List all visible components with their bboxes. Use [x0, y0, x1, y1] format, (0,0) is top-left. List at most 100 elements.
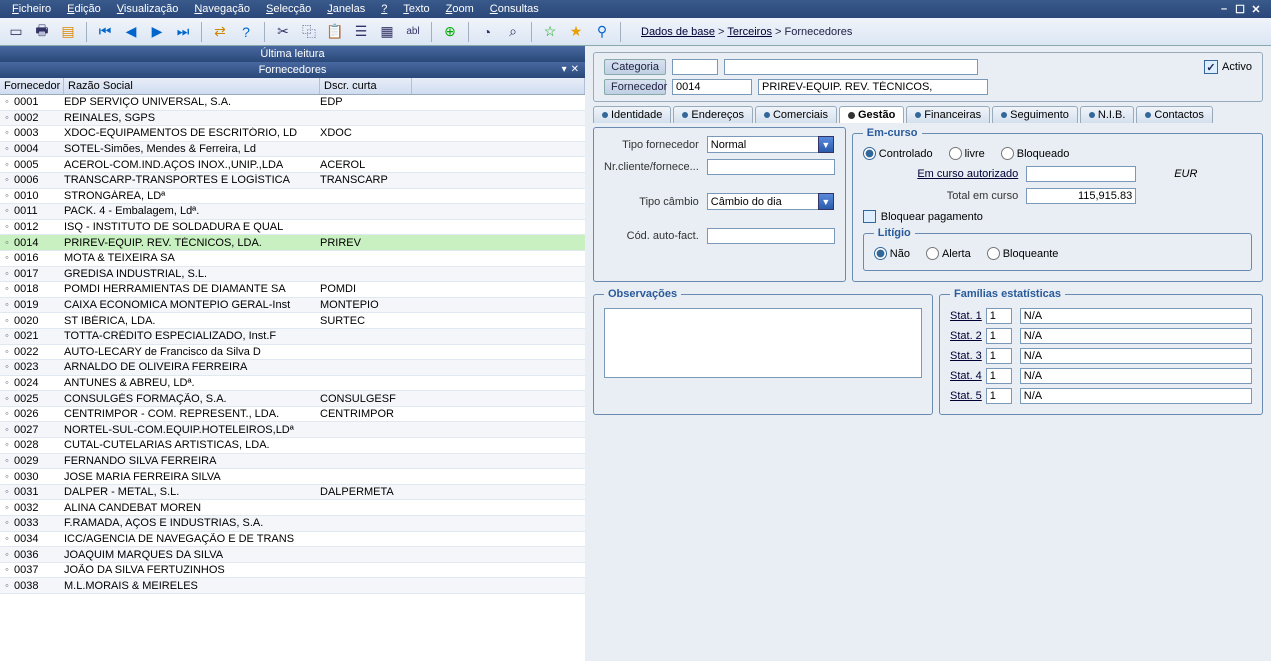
stat-desc-4[interactable]	[1020, 368, 1252, 384]
print-icon[interactable]: 🖶	[32, 22, 52, 42]
table-row[interactable]: ◦0012ISQ - INSTITUTO DE SOLDADURA E QUAL	[0, 220, 585, 236]
col-fornecedor[interactable]: Fornecedor	[0, 78, 64, 94]
table-row[interactable]: ◦0014PRIREV-EQUIP. REV. TÉCNICOS, LDA.PR…	[0, 235, 585, 251]
total-em-curso-input[interactable]	[1026, 188, 1136, 204]
first-icon[interactable]: ⏮	[95, 22, 115, 42]
menu-texto[interactable]: Texto	[395, 2, 437, 16]
table-row[interactable]: ◦0036JOAQUIM MARQUES DA SILVA	[0, 547, 585, 563]
star-icon[interactable]: ★	[566, 22, 586, 42]
collapse-icon[interactable]: ▾	[562, 64, 567, 75]
close-icon[interactable]: ✕	[1249, 3, 1263, 16]
table-row[interactable]: ◦0038M.L.MORAIS & MEIRELES	[0, 578, 585, 594]
bloquear-pagamento-check[interactable]: Bloquear pagamento	[863, 210, 1252, 223]
tab-identidade[interactable]: Identidade	[593, 106, 671, 123]
table-row[interactable]: ◦0031DALPER - METAL, S.L.DALPERMETA	[0, 485, 585, 501]
star-outline-icon[interactable]: ☆	[540, 22, 560, 42]
stat-label-1[interactable]: Stat. 1	[950, 310, 982, 322]
tab-financeiras[interactable]: Financeiras	[906, 106, 990, 123]
table-row[interactable]: ◦0022AUTO-LECARY de Francisco da Silva D	[0, 345, 585, 361]
stat-label-2[interactable]: Stat. 2	[950, 330, 982, 342]
stat-value-4[interactable]	[986, 368, 1012, 384]
categoria-input[interactable]	[672, 59, 718, 75]
stat-value-5[interactable]	[986, 388, 1012, 404]
cut-icon[interactable]: ✂	[273, 22, 293, 42]
em-curso-autorizado-label[interactable]: Em curso autorizado	[863, 168, 1018, 180]
table-row[interactable]: ◦0027NORTEL-SUL-COM.EQUIP.HOTELEIROS,LDª	[0, 422, 585, 438]
stat-desc-2[interactable]	[1020, 328, 1252, 344]
stat-value-2[interactable]	[986, 328, 1012, 344]
menu-navegação[interactable]: Navegação	[186, 2, 258, 16]
activo-check[interactable]: ✓Activo	[1204, 60, 1252, 74]
stat-label-3[interactable]: Stat. 3	[950, 350, 982, 362]
table-row[interactable]: ◦0002REINALES, SGPS	[0, 111, 585, 127]
table-row[interactable]: ◦0034ICC/AGENCIA DE NAVEGAÇÃO E DE TRANS	[0, 532, 585, 548]
table-row[interactable]: ◦0026CENTRIMPOR - COM. REPRESENT., LDA.C…	[0, 407, 585, 423]
menu-edição[interactable]: Edição	[59, 2, 109, 16]
table-row[interactable]: ◦0025CONSULGÉS FORMAÇÃO, S.A.CONSULGESF	[0, 391, 585, 407]
nr-cliente-input[interactable]	[707, 159, 835, 175]
table-row[interactable]: ◦0011PACK. 4 - Embalagem, Ldª.	[0, 204, 585, 220]
table-row[interactable]: ◦0028CUTAL-CUTELARIAS ARTISTICAS, LDA.	[0, 438, 585, 454]
grid-body[interactable]: ◦0001EDP SERVIÇO UNIVERSAL, S.A.EDP◦0002…	[0, 95, 585, 661]
prev-icon[interactable]: ◀	[121, 22, 141, 42]
last-icon[interactable]: ⏭	[173, 22, 193, 42]
pin-icon[interactable]: ⚲	[592, 22, 612, 42]
tab-comerciais[interactable]: Comerciais	[755, 106, 837, 123]
list-icon[interactable]: ☰	[351, 22, 371, 42]
radio-bloqueante[interactable]: Bloqueante	[987, 247, 1059, 260]
copy-icon[interactable]: ⿻	[299, 22, 319, 42]
table-row[interactable]: ◦0024ANTUNES & ABREU, LDª.	[0, 376, 585, 392]
table-row[interactable]: ◦0003XDOC-EQUIPAMENTOS DE ESCRITÓRIO, LD…	[0, 126, 585, 142]
breadcrumb-base[interactable]: Dados de base	[641, 26, 715, 38]
table-row[interactable]: ◦0021TOTTA-CRÉDITO ESPECIALIZADO, Inst.F	[0, 329, 585, 345]
minimize-icon[interactable]: –	[1217, 3, 1231, 16]
em-curso-autorizado-input[interactable]	[1026, 166, 1136, 182]
menu-?[interactable]: ?	[373, 2, 395, 16]
table-row[interactable]: ◦0037JOÃO DA SILVA FERTUZINHOS	[0, 563, 585, 579]
clock-icon[interactable]: ◔	[477, 22, 497, 42]
link-icon[interactable]: ⇄	[210, 22, 230, 42]
table-row[interactable]: ◦0029FERNANDO SILVA FERREIRA	[0, 454, 585, 470]
col-razao[interactable]: Razão Social	[64, 78, 320, 94]
table-row[interactable]: ◦0019CAIXA ECONOMICA MONTEPIO GERAL-Inst…	[0, 298, 585, 314]
tab-contactos[interactable]: Contactos	[1136, 106, 1213, 123]
stat-desc-3[interactable]	[1020, 348, 1252, 364]
radio-controlado[interactable]: Controlado	[863, 147, 933, 160]
tipo-fornecedor-input[interactable]	[707, 136, 819, 153]
radio-nao[interactable]: Não	[874, 247, 910, 260]
tipo-cambio-input[interactable]	[707, 193, 819, 210]
text-icon[interactable]: abl	[403, 22, 423, 42]
table-row[interactable]: ◦0033F.RAMADA, AÇOS E INDUSTRIAS, S.A.	[0, 516, 585, 532]
menu-zoom[interactable]: Zoom	[438, 2, 482, 16]
stat-value-3[interactable]	[986, 348, 1012, 364]
fornecedor-code-input[interactable]	[672, 79, 752, 95]
menu-selecção[interactable]: Selecção	[258, 2, 319, 16]
stat-label-5[interactable]: Stat. 5	[950, 390, 982, 402]
table-row[interactable]: ◦0016MOTA & TEIXEIRA SA	[0, 251, 585, 267]
tipo-fornecedor-dropdown[interactable]: ▼	[818, 136, 834, 153]
table-row[interactable]: ◦0010STRONGÁREA, LDª	[0, 189, 585, 205]
tab-seguimento[interactable]: Seguimento	[992, 106, 1078, 123]
tipo-cambio-dropdown[interactable]: ▼	[818, 193, 834, 210]
menu-janelas[interactable]: Janelas	[319, 2, 373, 16]
table-row[interactable]: ◦0018POMDI HERRAMIENTAS DE DIAMANTE SAPO…	[0, 282, 585, 298]
next-icon[interactable]: ▶	[147, 22, 167, 42]
help-icon[interactable]: ?	[236, 22, 256, 42]
table-row[interactable]: ◦0030JOSE MARIA FERREIRA SILVA	[0, 469, 585, 485]
fornecedor-name-input[interactable]	[758, 79, 988, 95]
maximize-icon[interactable]: ☐	[1233, 3, 1247, 16]
close-panel-icon[interactable]: ✕	[571, 64, 579, 75]
paste-icon[interactable]: 📋	[325, 22, 345, 42]
tab-nib[interactable]: N.I.B.	[1080, 106, 1135, 123]
table-row[interactable]: ◦0032ALINA CANDEBAT MOREN	[0, 500, 585, 516]
menu-visualização[interactable]: Visualização	[109, 2, 187, 16]
stat-value-1[interactable]	[986, 308, 1012, 324]
table-row[interactable]: ◦0023ARNALDO DE OLIVEIRA FERREIRA	[0, 360, 585, 376]
categoria-desc-input[interactable]	[724, 59, 978, 75]
tab-gestão[interactable]: Gestão	[839, 106, 904, 123]
globe-icon[interactable]: ⊕	[440, 22, 460, 42]
menu-ficheiro[interactable]: Ficheiro	[4, 2, 59, 16]
radio-bloqueado[interactable]: Bloqueado	[1001, 147, 1070, 160]
radio-livre[interactable]: livre	[949, 147, 985, 160]
table-row[interactable]: ◦0004SOTEL-Simões, Mendes & Ferreira, Ld	[0, 142, 585, 158]
